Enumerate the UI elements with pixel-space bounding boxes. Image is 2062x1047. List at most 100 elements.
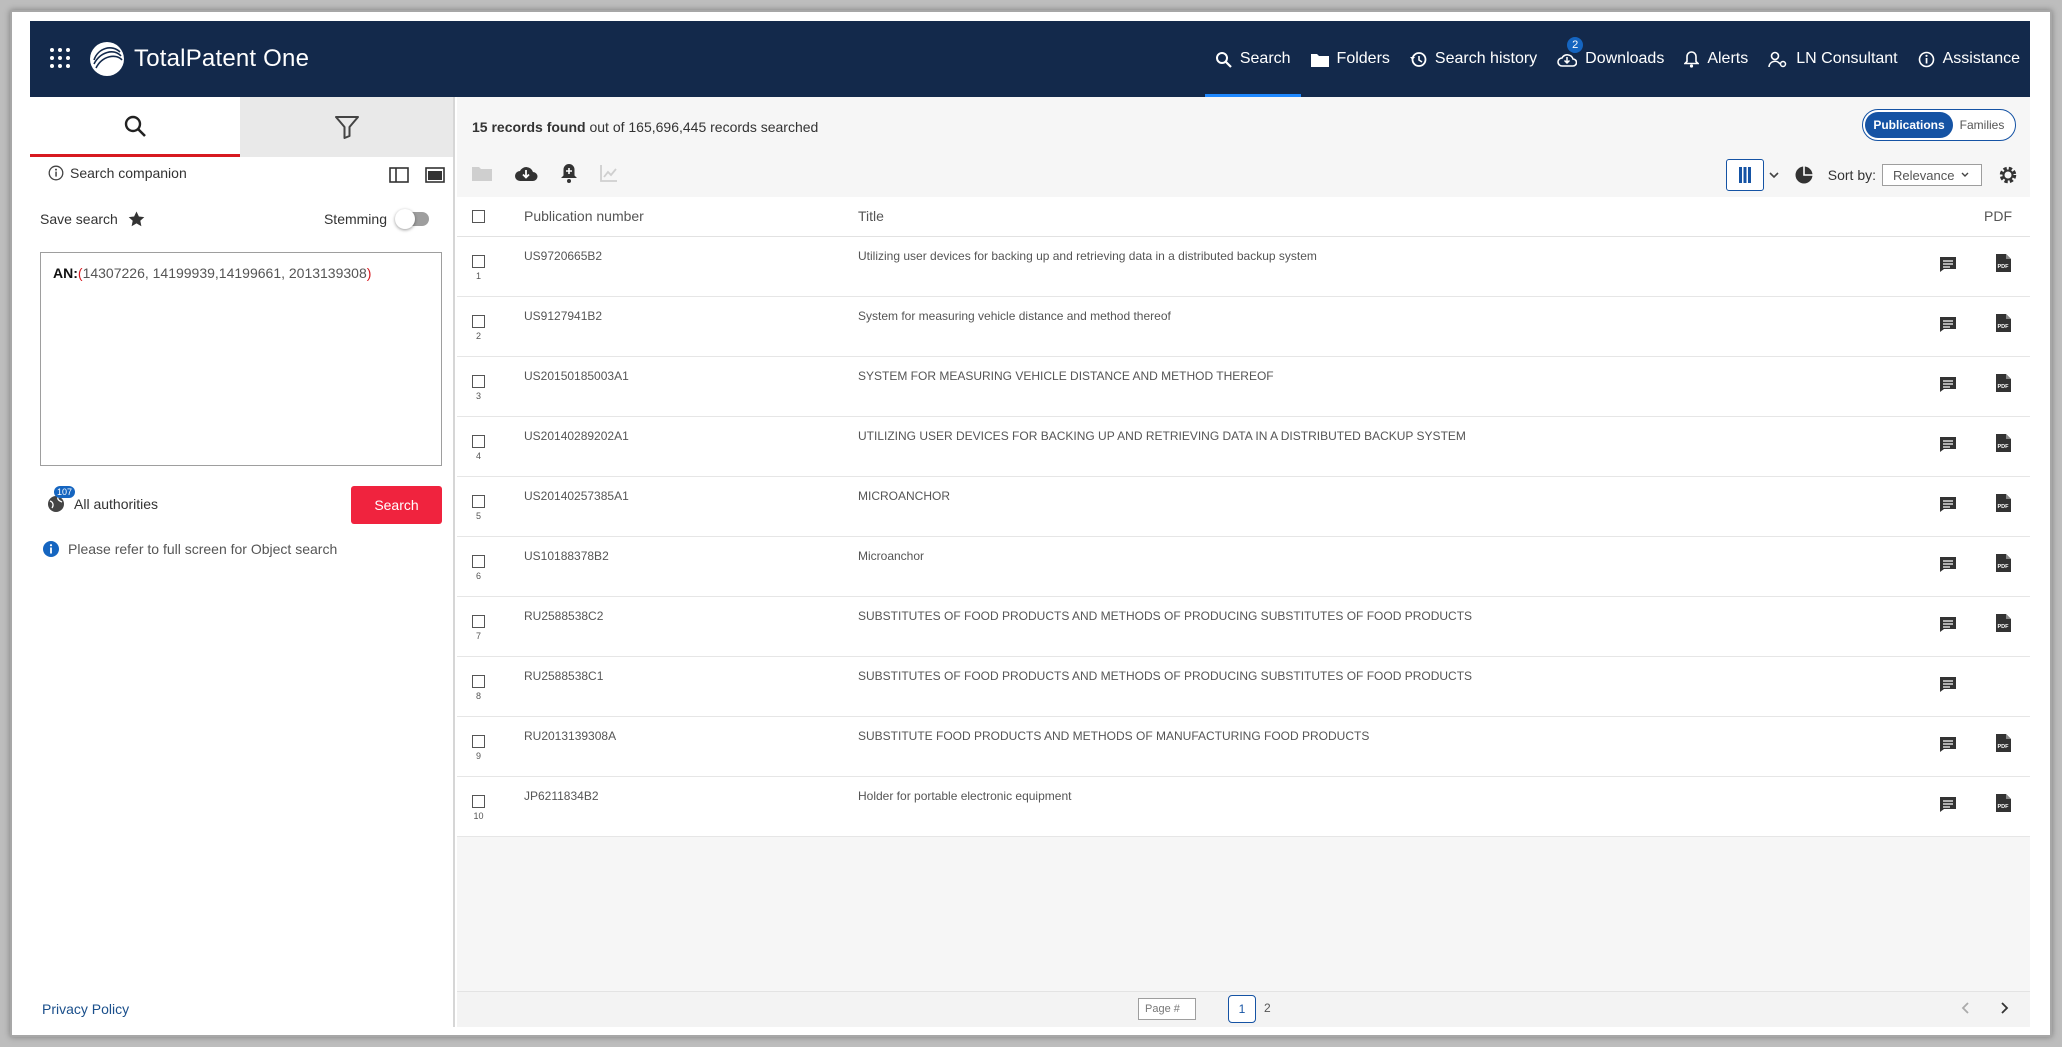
publication-number[interactable]: JP6211834B2 xyxy=(524,789,599,803)
publication-title[interactable]: SUBSTITUTES OF FOOD PRODUCTS AND METHODS… xyxy=(858,609,1472,623)
add-to-folder-icon[interactable] xyxy=(472,165,492,181)
split-view-icon[interactable] xyxy=(389,167,409,183)
add-alert-icon[interactable] xyxy=(560,163,578,183)
publication-title[interactable]: Microanchor xyxy=(858,549,924,563)
tab-search[interactable] xyxy=(30,97,240,157)
comment-icon[interactable] xyxy=(1939,676,1957,693)
comment-icon[interactable] xyxy=(1939,496,1957,513)
comment-icon[interactable] xyxy=(1939,256,1957,273)
pdf-file-icon[interactable]: PDF xyxy=(1995,313,2012,333)
table-row[interactable]: 7 RU2588538C2 SUBSTITUTES OF FOOD PRODUCTS… xyxy=(457,597,2030,657)
pdf-file-icon[interactable]: PDF xyxy=(1995,373,2012,393)
page-number-input[interactable]: Page # xyxy=(1138,998,1196,1020)
row-checkbox[interactable] xyxy=(472,615,485,628)
pdf-file-icon[interactable]: PDF xyxy=(1995,793,2012,813)
table-row[interactable]: 10 JP6211834B2 Holder for portable electro… xyxy=(457,777,2030,837)
save-search[interactable]: Save search xyxy=(40,211,145,227)
privacy-policy-link[interactable]: Privacy Policy xyxy=(42,1001,129,1017)
nav-alerts[interactable]: Alerts xyxy=(1674,21,1758,97)
table-row[interactable]: 8 RU2588538C1 SUBSTITUTES OF FOOD PRODUCTS… xyxy=(457,657,2030,717)
nav-search[interactable]: Search xyxy=(1204,21,1301,97)
page-1-button[interactable]: 1 xyxy=(1228,995,1256,1023)
nav-search-history[interactable]: Search history xyxy=(1400,21,1547,97)
publication-number[interactable]: RU2588538C2 xyxy=(524,609,603,623)
comment-icon[interactable] xyxy=(1939,796,1957,813)
column-header-pub[interactable]: Publication number xyxy=(524,208,644,224)
row-checkbox[interactable] xyxy=(472,435,485,448)
publication-title[interactable]: MICROANCHOR xyxy=(858,489,950,503)
column-view-button[interactable] xyxy=(1725,159,1764,191)
full-view-icon[interactable] xyxy=(425,167,445,183)
cloud-download-icon[interactable] xyxy=(514,164,538,182)
chevron-left-icon[interactable] xyxy=(1960,1001,1972,1015)
publication-number[interactable]: US9720665B2 xyxy=(524,249,602,263)
comment-icon[interactable] xyxy=(1939,436,1957,453)
pdf-file-icon[interactable]: PDF xyxy=(1995,553,2012,573)
table-row[interactable]: 3 US20150185003A1 SYSTEM FOR MEASURING VEH… xyxy=(457,357,2030,417)
pdf-file-icon[interactable]: PDF xyxy=(1995,733,2012,753)
row-checkbox[interactable] xyxy=(472,675,485,688)
row-checkbox[interactable] xyxy=(472,255,485,268)
publication-number[interactable]: US20140257385A1 xyxy=(524,489,629,503)
sort-select[interactable]: Relevance xyxy=(1882,164,1982,186)
nav-downloads[interactable]: 2 Downloads xyxy=(1547,21,1674,97)
comment-icon[interactable] xyxy=(1939,556,1957,573)
publication-title[interactable]: UTILIZING USER DEVICES FOR BACKING UP AN… xyxy=(858,429,1466,443)
comment-icon[interactable] xyxy=(1939,376,1957,393)
comment-icon[interactable] xyxy=(1939,316,1957,333)
row-checkbox[interactable] xyxy=(472,735,485,748)
pdf-file-icon[interactable]: PDF xyxy=(1995,493,2012,513)
row-checkbox[interactable] xyxy=(472,555,485,568)
publication-number[interactable]: US20150185003A1 xyxy=(524,369,629,383)
pie-chart-icon[interactable] xyxy=(1794,165,1814,185)
toggle-families[interactable]: Families xyxy=(1953,112,2011,138)
apps-grid-icon[interactable] xyxy=(49,47,71,69)
table-row[interactable]: 4 US20140289202A1 UTILIZING USER DEVICES F… xyxy=(457,417,2030,477)
pdf-file-icon[interactable]: PDF xyxy=(1995,433,2012,453)
publication-title[interactable]: SUBSTITUTE FOOD PRODUCTS AND METHODS OF … xyxy=(858,729,1369,743)
authorities-selector[interactable]: 107 All authorities xyxy=(46,486,158,515)
toggle-publications[interactable]: Publications xyxy=(1865,112,1953,138)
comment-icon[interactable] xyxy=(1939,736,1957,753)
publication-number[interactable]: US20140289202A1 xyxy=(524,429,629,443)
table-row[interactable]: 9 RU2013139308A SUBSTITUTE FOOD PRODUCTS A… xyxy=(457,717,2030,777)
publication-title[interactable]: SYSTEM FOR MEASURING VEHICLE DISTANCE AN… xyxy=(858,369,1274,383)
row-checkbox[interactable] xyxy=(472,315,485,328)
query-input[interactable]: AN:(14307226, 14199939,14199661, 2013139… xyxy=(40,252,442,466)
nav-folders[interactable]: Folders xyxy=(1301,21,1400,97)
publication-title[interactable]: Holder for portable electronic equipment xyxy=(858,789,1071,803)
table-row[interactable]: 2 US9127941B2 System for measuring vehicle… xyxy=(457,297,2030,357)
publication-title[interactable]: Utilizing user devices for backing up an… xyxy=(858,249,1317,263)
table-row[interactable]: 6 US10188378B2 Microanchor PDF xyxy=(457,537,2030,597)
comment-icon[interactable] xyxy=(1939,616,1957,633)
table-row[interactable]: 5 US20140257385A1 MICROANCHOR PDF xyxy=(457,477,2030,537)
chevron-down-icon[interactable] xyxy=(1768,170,1780,180)
row-checkbox[interactable] xyxy=(472,495,485,508)
table-row[interactable]: 1 US9720665B2 Utilizing user devices for b… xyxy=(457,237,2030,297)
column-header-title[interactable]: Title xyxy=(858,208,884,224)
publication-title[interactable]: SUBSTITUTES OF FOOD PRODUCTS AND METHODS… xyxy=(858,669,1472,683)
publication-number[interactable]: US9127941B2 xyxy=(524,309,602,323)
search-button[interactable]: Search xyxy=(351,486,442,524)
stemming-toggle[interactable] xyxy=(395,209,429,229)
nav-ln-consultant[interactable]: LN Consultant xyxy=(1758,21,1907,97)
publication-number[interactable]: RU2588538C1 xyxy=(524,669,603,683)
chevron-right-icon[interactable] xyxy=(1998,1001,2010,1015)
pdf-file-icon[interactable]: PDF xyxy=(1995,613,2012,633)
star-icon[interactable] xyxy=(128,211,145,227)
row-checkbox[interactable] xyxy=(472,375,485,388)
page-2-button[interactable]: 2 xyxy=(1264,1001,1271,1015)
analytics-icon[interactable] xyxy=(600,164,618,182)
publication-number[interactable]: RU2013139308A xyxy=(524,729,616,743)
row-checkbox[interactable] xyxy=(472,795,485,808)
publication-title[interactable]: System for measuring vehicle distance an… xyxy=(858,309,1171,323)
globe-wrap: 107 xyxy=(46,486,76,515)
search-companion[interactable]: Search companion xyxy=(48,165,187,181)
gear-icon[interactable] xyxy=(1998,165,2018,185)
app-logo[interactable]: TotalPatent One xyxy=(88,40,309,78)
tab-filter[interactable] xyxy=(240,97,453,157)
publication-number[interactable]: US10188378B2 xyxy=(524,549,609,563)
select-all-checkbox[interactable] xyxy=(472,210,485,223)
pdf-file-icon[interactable]: PDF xyxy=(1995,253,2012,273)
nav-assistance[interactable]: Assistance xyxy=(1908,21,2030,97)
